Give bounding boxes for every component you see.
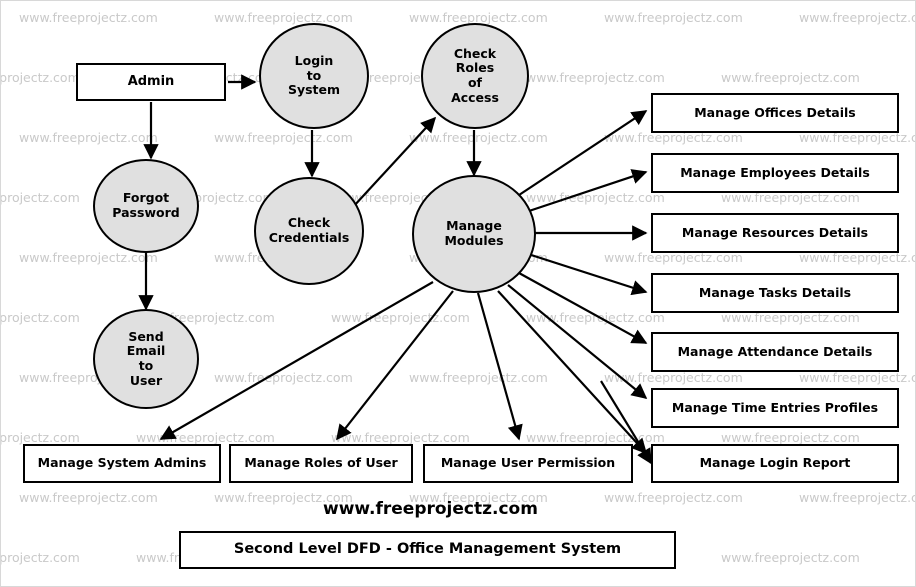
process-line: Password — [112, 205, 180, 220]
node-layer: Admin Login to System Check Roles of Acc… — [1, 1, 915, 586]
datastore-manage-user-permission[interactable]: Manage User Permission — [423, 444, 633, 483]
process-check-credentials[interactable]: Check Credentials — [254, 177, 364, 285]
process-send-email-to-user[interactable]: Send Email to User — [93, 309, 199, 409]
process-line: Modules — [444, 233, 504, 248]
datastore-label: Manage Offices Details — [694, 104, 856, 120]
process-manage-modules[interactable]: Manage Modules — [412, 175, 536, 293]
datastore-label: Manage Resources Details — [681, 224, 869, 240]
datastore-manage-time-entries-profiles[interactable]: Manage Time Entries Profiles — [651, 388, 899, 428]
process-line: Check — [453, 45, 497, 61]
datastore-manage-offices-details[interactable]: Manage Offices Details — [651, 93, 899, 133]
datastore-manage-roles-of-user[interactable]: Manage Roles of User — [229, 444, 413, 483]
process-line: System — [287, 82, 341, 98]
process-line: Send — [128, 328, 164, 344]
dfd-diagram-canvas: www.freeprojectz.com www.freeprojectz.com… — [0, 0, 916, 587]
datastore-label: Manage Time Entries Profiles — [671, 399, 879, 415]
process-send-email-to-user-label: Send Email to User — [126, 328, 166, 389]
datastore-label: Manage Attendance Details — [677, 343, 873, 359]
external-entity-admin[interactable]: Admin — [76, 63, 226, 101]
process-line: Credentials — [268, 230, 350, 245]
datastore-manage-login-report[interactable]: Manage Login Report — [651, 444, 899, 483]
datastore-label: Manage System Admins — [37, 455, 207, 471]
process-line: Email — [126, 343, 166, 359]
process-check-roles-of-access[interactable]: Check Roles of Access — [421, 23, 529, 129]
datastore-label: Manage Roles of User — [244, 455, 398, 471]
process-check-credentials-label: Check Credentials — [268, 215, 350, 246]
diagram-title: Second Level DFD - Office Management Sys… — [233, 541, 622, 558]
process-line: Forgot — [122, 190, 170, 206]
process-line: Login — [294, 52, 334, 68]
process-login-to-system-label: Login to System — [287, 52, 341, 98]
process-line: to — [306, 67, 322, 83]
process-line: to — [138, 358, 154, 373]
process-login-to-system[interactable]: Login to System — [259, 23, 369, 129]
diagram-title-box: Second Level DFD - Office Management Sys… — [179, 531, 676, 569]
process-line: Manage — [446, 218, 502, 234]
datastore-label: Manage Tasks Details — [698, 284, 852, 300]
datastore-label: Manage User Permission — [440, 455, 616, 471]
datastore-manage-tasks-details[interactable]: Manage Tasks Details — [651, 273, 899, 313]
process-line: of — [467, 75, 482, 90]
datastore-manage-attendance-details[interactable]: Manage Attendance Details — [651, 332, 899, 372]
datastore-manage-system-admins[interactable]: Manage System Admins — [23, 444, 221, 483]
process-check-roles-of-access-label: Check Roles of Access — [451, 45, 499, 106]
datastore-manage-resources-details[interactable]: Manage Resources Details — [651, 213, 899, 253]
process-line: Roles — [455, 60, 495, 76]
datastore-label: Manage Login Report — [699, 455, 851, 471]
process-line: User — [129, 372, 163, 388]
process-forgot-password-label: Forgot Password — [112, 190, 180, 221]
datastore-label: Manage Employees Details — [680, 164, 870, 180]
process-manage-modules-label: Manage Modules — [444, 218, 504, 249]
external-entity-admin-label: Admin — [127, 74, 175, 90]
process-forgot-password[interactable]: Forgot Password — [93, 159, 199, 253]
process-line: Access — [451, 89, 499, 105]
footer-site-label: www.freeprojectz.com — [323, 499, 538, 519]
datastore-manage-employees-details[interactable]: Manage Employees Details — [651, 153, 899, 193]
process-line: Check — [287, 215, 331, 231]
